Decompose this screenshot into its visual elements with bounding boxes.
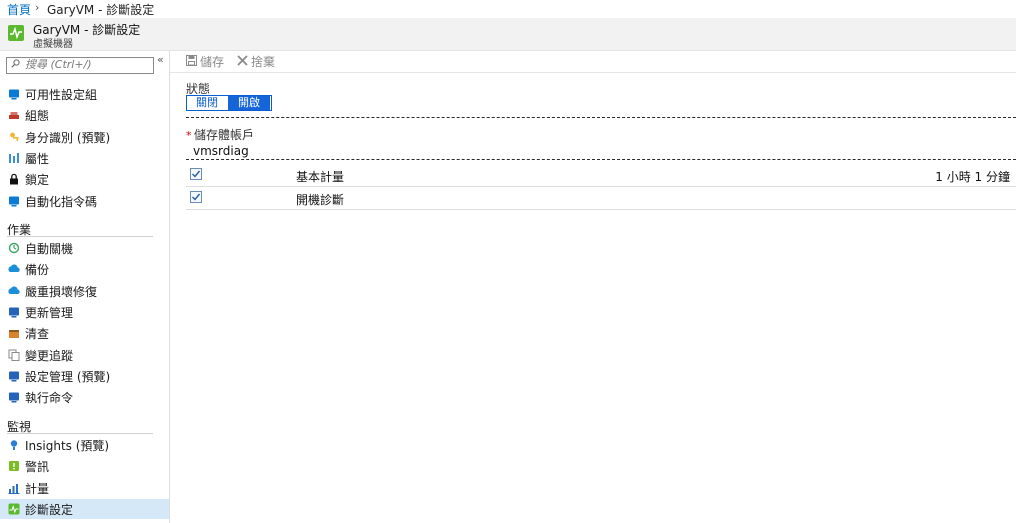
sidebar-item-label: 清查 xyxy=(25,327,50,342)
toggle-off-option[interactable]: 關閉 xyxy=(187,96,227,110)
sidebar-item-label: 更新管理 xyxy=(25,305,74,320)
sidebar-item-run-command[interactable]: 執行命令 xyxy=(0,387,169,407)
sidebar-item-alerts[interactable]: 警訊 xyxy=(0,456,169,476)
sidebar-item-backup[interactable]: 備份 xyxy=(0,259,169,279)
checkbox[interactable] xyxy=(190,168,202,180)
page-subtitle: 虛擬機器 xyxy=(33,39,73,50)
sidebar-item-label: 組態 xyxy=(25,109,50,124)
lock-icon xyxy=(8,173,20,185)
diagnostics-icon xyxy=(8,25,24,41)
list-item: 開機診斷 xyxy=(186,187,1016,210)
sidebar-item-update-management[interactable]: 更新管理 xyxy=(0,302,169,322)
checkbox[interactable] xyxy=(190,191,202,203)
sidebar-item-configuration-management[interactable]: 設定管理 (預覽) xyxy=(0,366,169,386)
metrics-icon xyxy=(8,482,20,494)
disaster-recovery-icon xyxy=(8,285,20,297)
toolbar-divider xyxy=(170,72,1016,73)
search-icon xyxy=(11,59,20,68)
alerts-icon xyxy=(8,460,20,472)
sidebar-item-auto-shutdown[interactable]: 自動關機 xyxy=(0,238,169,258)
sidebar-item-label: 診斷設定 xyxy=(25,502,74,517)
sidebar-item-label: 備份 xyxy=(25,263,50,278)
required-marker: * xyxy=(186,129,192,142)
storage-account-label: 儲存體帳戶 xyxy=(194,128,255,142)
breadcrumb-current: GaryVM - 診斷設定 xyxy=(47,3,155,17)
configuration-management-icon xyxy=(8,370,20,382)
sidebar-item-change-tracking[interactable]: 變更追蹤 xyxy=(0,345,169,365)
search-input[interactable] xyxy=(25,57,150,72)
insights-icon xyxy=(8,439,20,451)
breadcrumb-home-link[interactable]: 首頁 xyxy=(7,1,31,18)
sidebar-item-identity[interactable]: 身分識別 (預覽) xyxy=(0,127,169,147)
sidebar-item-configuration[interactable]: 組態 xyxy=(0,105,169,125)
discard-label: 捨棄 xyxy=(251,55,276,69)
update-management-icon xyxy=(8,306,20,318)
sidebar-item-label: 自動化指令碼 xyxy=(25,194,98,209)
availability-set-icon xyxy=(8,88,20,100)
section-divider xyxy=(7,236,153,237)
configuration-icon xyxy=(8,109,20,121)
identity-icon xyxy=(8,131,20,143)
sidebar-item-label: 自動關機 xyxy=(25,242,74,256)
sidebar-item-label: 警訊 xyxy=(25,460,50,475)
auto-shutdown-icon xyxy=(8,242,20,254)
save-label: 儲存 xyxy=(200,55,225,69)
sidebar-item-lock[interactable]: 鎖定 xyxy=(0,169,169,189)
inventory-icon xyxy=(8,327,20,339)
sidebar-item-label: 嚴重損壞修復 xyxy=(25,284,98,299)
section-divider xyxy=(186,117,1016,118)
automation-script-icon xyxy=(8,195,20,207)
toggle-on-option[interactable]: 開啟 xyxy=(228,96,270,110)
sidebar-item-availability-set[interactable]: 可用性設定組 xyxy=(0,84,169,104)
checkmark-icon xyxy=(192,193,201,201)
sidebar-item-label: 身分識別 (預覽) xyxy=(25,130,111,145)
diagnostic-settings-icon xyxy=(8,503,20,515)
sidebar-item-automation-script[interactable]: 自動化指令碼 xyxy=(0,191,169,211)
sidebar-item-label: 可用性設定組 xyxy=(25,88,98,102)
checkmark-icon xyxy=(192,170,201,178)
backup-icon xyxy=(8,263,20,275)
list-item-label: 基本計量 xyxy=(296,170,345,184)
breadcrumb-separator: › xyxy=(35,1,40,14)
change-tracking-icon xyxy=(8,349,20,361)
section-divider xyxy=(7,433,153,434)
list-item: 基本計量 1 小時 1 分鐘 xyxy=(186,164,1016,187)
sidebar-item-metrics[interactable]: 計量 xyxy=(0,478,169,498)
list-item-value: 1 小時 1 分鐘 xyxy=(935,170,1010,184)
sidebar-item-label: 屬性 xyxy=(25,151,50,166)
section-divider xyxy=(186,159,1016,160)
sidebar-item-properties[interactable]: 屬性 xyxy=(0,148,169,168)
sidebar-item-inventory[interactable]: 清查 xyxy=(0,323,169,343)
close-icon xyxy=(237,55,248,66)
sidebar-item-diagnostic-settings[interactable]: 診斷設定 xyxy=(0,498,169,519)
storage-account-selector[interactable]: vmsrdiag xyxy=(193,144,249,158)
sidebar-item-label: 計量 xyxy=(25,481,50,496)
sidebar-item-disaster-recovery[interactable]: 嚴重損壞修復 xyxy=(0,281,169,301)
sidebar-item-label: 鎖定 xyxy=(25,173,50,188)
list-item-label: 開機診斷 xyxy=(296,193,345,207)
collapse-sidebar-button[interactable]: « xyxy=(157,53,164,66)
blade-header xyxy=(0,18,1016,51)
save-icon xyxy=(186,55,197,66)
run-command-icon xyxy=(8,391,20,403)
sidebar-item-label: 變更追蹤 xyxy=(25,348,74,363)
sidebar-item-label: 設定管理 (預覽) xyxy=(25,369,111,384)
sidebar-item-label: 執行命令 xyxy=(25,391,74,406)
properties-icon xyxy=(8,152,20,164)
sidebar-item-insights[interactable]: Insights (預覽) xyxy=(0,435,169,455)
sidebar-item-label: Insights (預覽) xyxy=(25,439,110,453)
